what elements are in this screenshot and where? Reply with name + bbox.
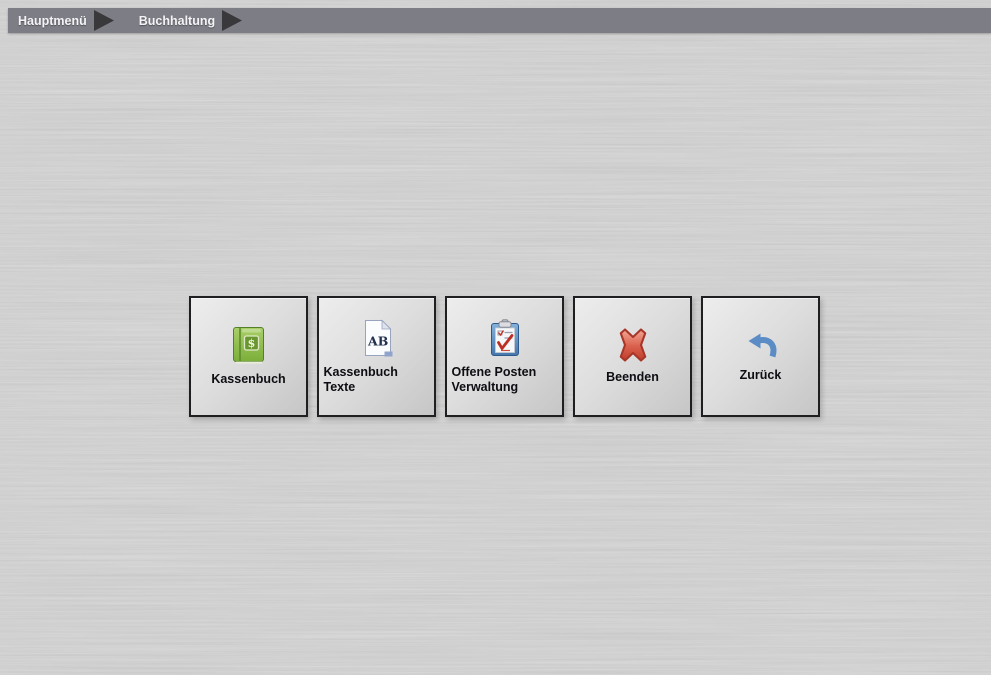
menu-button-kassenbuch[interactable]: $ Kassenbuch (189, 296, 308, 417)
svg-text:AB: AB (367, 333, 388, 348)
menu-button-label: Kassenbuch Texte (324, 365, 430, 395)
menu-button-beenden[interactable]: Beenden (573, 296, 692, 417)
menu-button-zurueck[interactable]: Zurück (701, 296, 820, 417)
breadcrumb-item-buchhaltung[interactable]: Buchhaltung (139, 14, 215, 28)
menu-button-label: Zurück (740, 368, 782, 383)
menu-button-label: Beenden (606, 370, 659, 385)
cashbook-icon: $ (233, 327, 264, 364)
cashbook-texts-document-icon: AB (361, 319, 393, 357)
breadcrumb-arrow-icon (94, 10, 114, 31)
svg-text:$: $ (248, 336, 256, 349)
menu-button-offene-posten[interactable]: Offene Posten Verwaltung (445, 296, 564, 417)
breadcrumb-arrow-icon (222, 10, 242, 31)
breadcrumb-bar: Hauptmenü Buchhaltung (8, 8, 991, 33)
back-arrow-icon (744, 330, 778, 360)
breadcrumb-item-hauptmenu[interactable]: Hauptmenü (18, 14, 87, 28)
menu-button-row: $ Kassenbuch AB Kassenbuch Texte (9, 296, 991, 417)
menu-button-label: Offene Posten Verwaltung (452, 365, 558, 395)
menu-button-label: Kassenbuch (211, 372, 285, 387)
menu-button-kassenbuch-texte[interactable]: AB Kassenbuch Texte (317, 296, 436, 417)
quit-x-icon (614, 328, 652, 362)
open-items-clipboard-icon (489, 319, 521, 357)
